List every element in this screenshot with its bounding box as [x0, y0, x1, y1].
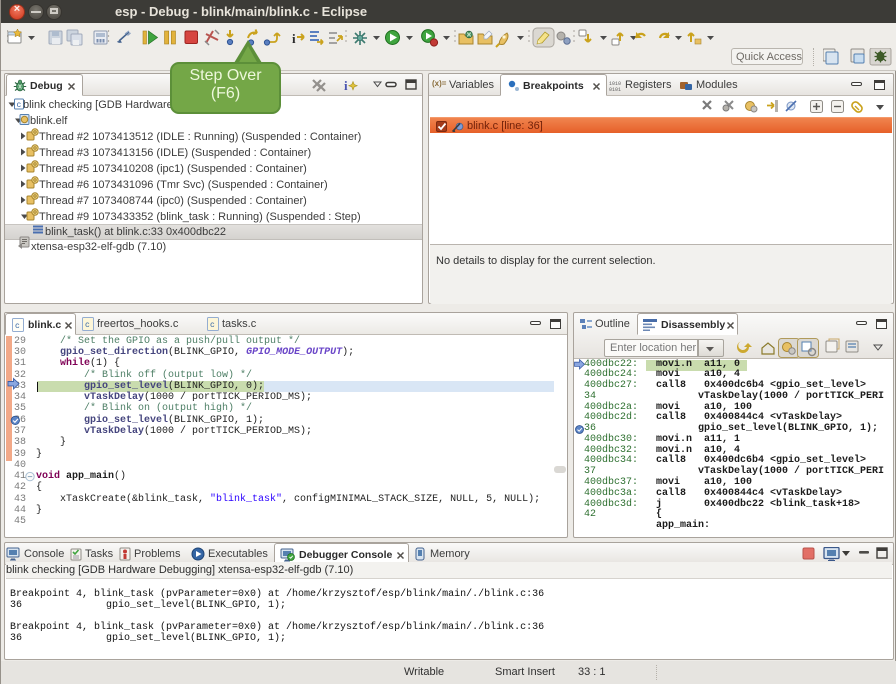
- svg-text:i: i: [292, 31, 296, 46]
- svg-text:c: c: [15, 322, 20, 331]
- svg-text:0101: 0101: [609, 87, 621, 92]
- svg-text:c: c: [17, 101, 22, 110]
- svg-text:i: i: [344, 78, 348, 93]
- svg-text:c: c: [85, 321, 90, 330]
- svg-text:c: c: [210, 321, 215, 330]
